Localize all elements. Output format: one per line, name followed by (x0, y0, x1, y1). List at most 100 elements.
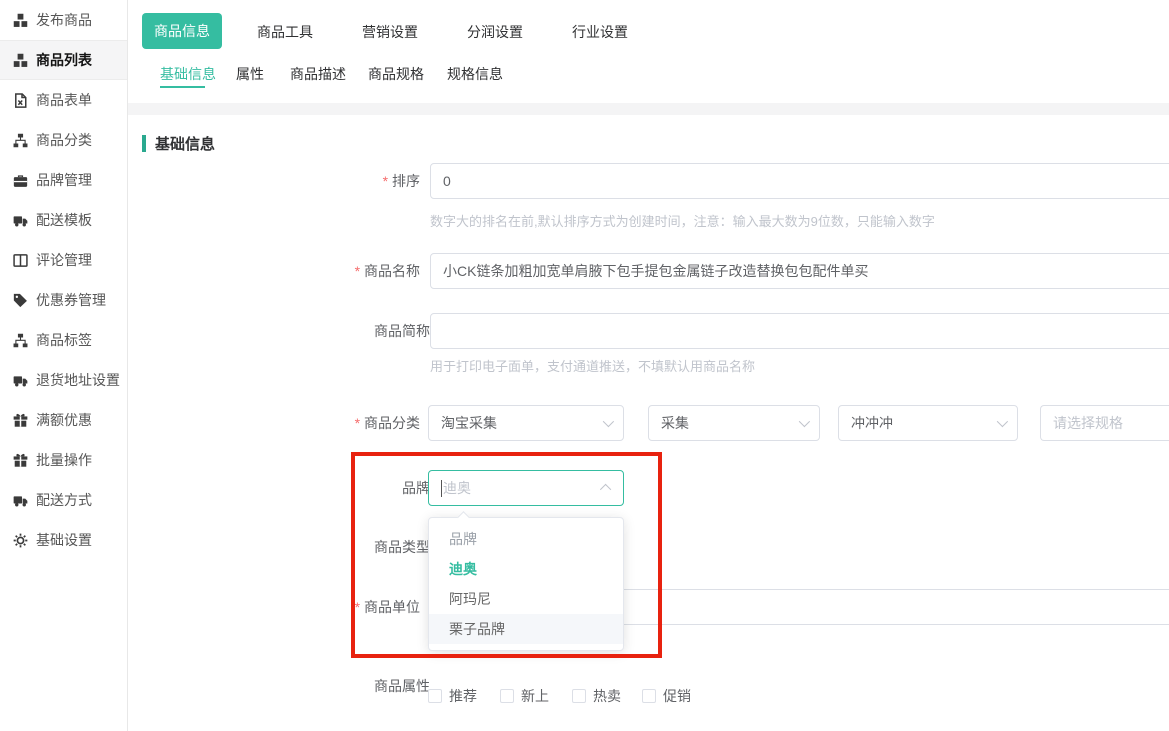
sidebar-item-product-tags[interactable]: 商品标签 (0, 320, 127, 360)
subtab-description[interactable]: 商品描述 (290, 64, 346, 84)
sidebar-item-label: 基础设置 (36, 530, 92, 550)
columns-icon (13, 253, 28, 268)
sidebar-item-label: 退货地址设置 (36, 370, 120, 390)
category-select-value: 冲冲冲 (851, 413, 997, 433)
subtab-spec-info[interactable]: 规格信息 (447, 64, 503, 84)
sidebar-item-label: 商品表单 (36, 90, 92, 110)
sidebar-item-shipping-template[interactable]: 配送模板 (0, 200, 127, 240)
product-name-input[interactable] (430, 253, 1169, 289)
brand-select[interactable]: 迪奥 (428, 470, 624, 506)
subtab-basic-info[interactable]: 基础信息 (160, 64, 216, 84)
gear-icon (13, 533, 28, 548)
section-divider (128, 103, 1169, 115)
sidebar-item-basic-settings[interactable]: 基础设置 (0, 520, 127, 560)
checkbox-promo[interactable]: 促销 (642, 686, 691, 706)
tab-marketing-settings[interactable]: 营销设置 (362, 22, 418, 42)
sidebar-item-label: 商品分类 (36, 130, 92, 150)
sidebar-item-label: 配送模板 (36, 210, 92, 230)
short-name-help-text: 用于打印电子面单，支付通道推送，不填默认用商品名称 (430, 356, 755, 375)
short-name-label: 商品简称 (300, 313, 430, 349)
sitemap-icon (13, 133, 28, 148)
truck-icon (13, 493, 28, 508)
section-header: 基础信息 (142, 133, 215, 154)
sidebar-item-coupon-management[interactable]: 优惠券管理 (0, 280, 127, 320)
sidebar-item-product-list[interactable]: 商品列表 (0, 40, 127, 80)
sidebar-item-return-address-settings[interactable]: 退货地址设置 (0, 360, 127, 400)
checkbox-new[interactable]: 新上 (500, 686, 549, 706)
sidebar-item-batch-operations[interactable]: 批量操作 (0, 440, 127, 480)
sidebar-item-label: 批量操作 (36, 450, 92, 470)
category-select-level1[interactable]: 淘宝采集 (428, 405, 624, 441)
brand-option-group[interactable]: 品牌 (429, 524, 623, 554)
sort-label: 排序 (290, 163, 420, 199)
sitemap-icon (13, 333, 28, 348)
category-select-level2[interactable]: 采集 (648, 405, 820, 441)
sidebar-item-brand-management[interactable]: 品牌管理 (0, 160, 127, 200)
brand-option[interactable]: 阿玛尼 (429, 584, 623, 614)
sidebar-item-label: 评论管理 (36, 250, 92, 270)
brand-label: 品牌 (300, 470, 430, 506)
sort-input[interactable] (430, 163, 1169, 199)
brand-option-selected[interactable]: 迪奥 (429, 554, 623, 584)
product-name-label: 商品名称 (290, 253, 420, 289)
sidebar-item-label: 发布商品 (36, 10, 92, 30)
chevron-down-icon (799, 416, 810, 427)
checkbox-box[interactable] (500, 689, 514, 703)
cubes-icon (13, 13, 28, 28)
category-label: 商品分类 (290, 405, 420, 441)
brand-dropdown-panel: 品牌 迪奥 阿玛尼 栗子品牌 (428, 517, 624, 651)
sidebar-item-label: 商品标签 (36, 330, 92, 350)
briefcase-icon (13, 173, 28, 188)
subtab-attributes[interactable]: 属性 (236, 64, 264, 84)
product-attrs-label: 商品属性 (300, 668, 430, 704)
checkbox-label: 推荐 (449, 688, 477, 704)
active-subtab-underline (160, 86, 205, 88)
cubes-icon (13, 53, 28, 68)
tab-industry-settings[interactable]: 行业设置 (572, 22, 628, 42)
sidebar-item-shipping-method[interactable]: 配送方式 (0, 480, 127, 520)
sidebar-item-publish-product[interactable]: 发布商品 (0, 0, 127, 40)
checkbox-label: 新上 (521, 688, 549, 704)
sort-help-text: 数字大的排名在前,默认排序方式为创建时间，注意：输入最大数为9位数，只能输入数字 (430, 211, 935, 230)
file-icon (13, 93, 28, 108)
spec-select[interactable]: 请选择规格 (1040, 405, 1169, 441)
text-cursor (441, 480, 442, 497)
sidebar-item-label: 配送方式 (36, 490, 92, 510)
checkbox-label: 热卖 (593, 688, 621, 704)
gift-icon (13, 453, 28, 468)
main-content: 商品信息 商品工具 营销设置 分润设置 行业设置 基础信息 属性 商品描述 商品… (128, 0, 1169, 731)
brand-select-value: 迪奥 (443, 478, 603, 498)
tab-product-info[interactable]: 商品信息 (142, 13, 222, 49)
short-name-input[interactable] (430, 313, 1169, 349)
sidebar-item-product-form[interactable]: 商品表单 (0, 80, 127, 120)
checkbox-box[interactable] (428, 689, 442, 703)
sidebar-item-label: 品牌管理 (36, 170, 92, 190)
truck-icon (13, 373, 28, 388)
tab-profit-settings[interactable]: 分润设置 (467, 22, 523, 42)
sidebar-item-label: 满额优惠 (36, 410, 92, 430)
dropdown-arrow (457, 511, 470, 524)
category-select-value: 淘宝采集 (441, 413, 603, 433)
sidebar-item-product-category[interactable]: 商品分类 (0, 120, 127, 160)
category-select-level3[interactable]: 冲冲冲 (838, 405, 1018, 441)
sidebar-item-review-management[interactable]: 评论管理 (0, 240, 127, 280)
checkbox-label: 促销 (663, 688, 691, 704)
chevron-down-icon (997, 416, 1008, 427)
checkbox-box[interactable] (572, 689, 586, 703)
spec-select-placeholder: 请选择规格 (1053, 413, 1169, 433)
checkbox-box[interactable] (642, 689, 656, 703)
sidebar-item-label: 商品列表 (36, 50, 92, 70)
product-unit-label: 商品单位 (290, 589, 420, 625)
chevron-down-icon (603, 416, 614, 427)
tab-product-tools[interactable]: 商品工具 (257, 22, 313, 42)
checkbox-hot[interactable]: 热卖 (572, 686, 621, 706)
tag-icon (13, 293, 28, 308)
category-select-value: 采集 (661, 413, 799, 433)
gift-icon (13, 413, 28, 428)
truck-icon (13, 213, 28, 228)
checkbox-recommend[interactable]: 推荐 (428, 686, 477, 706)
sidebar-item-full-amount-discount[interactable]: 满额优惠 (0, 400, 127, 440)
section-accent-bar (142, 135, 146, 152)
brand-option-hovered[interactable]: 栗子品牌 (429, 614, 623, 644)
subtab-specification[interactable]: 商品规格 (368, 64, 424, 84)
